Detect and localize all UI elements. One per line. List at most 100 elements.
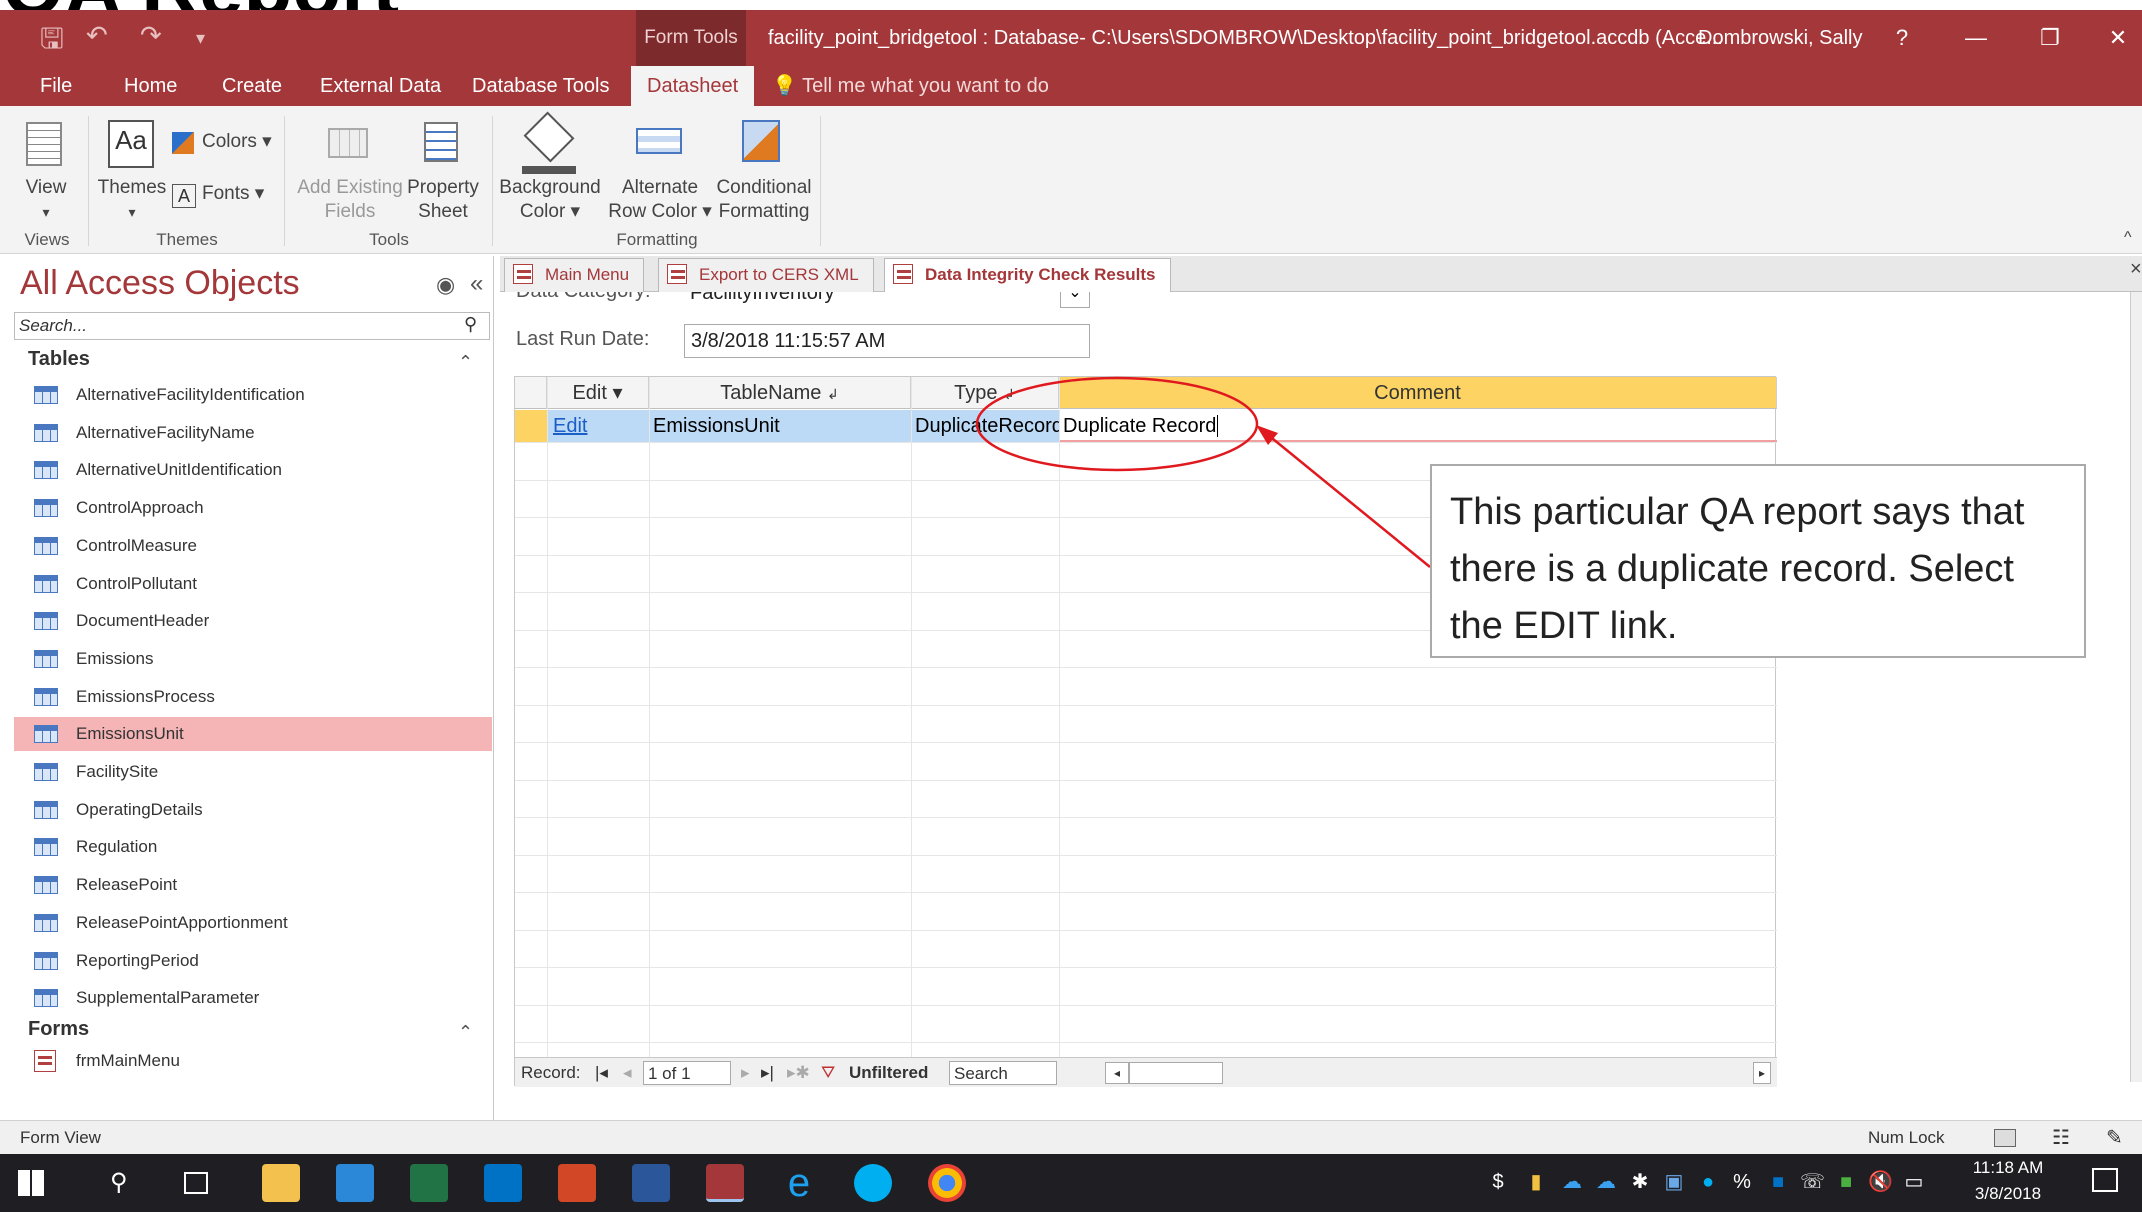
collapse-pane-icon[interactable]: « [470,270,483,298]
nav-item-table[interactable]: ReportingPeriod [14,944,492,978]
nav-item-table[interactable]: ControlApproach [14,491,492,525]
tray-outlook-icon[interactable]: ■ [1766,1168,1790,1196]
onedrive-icon[interactable]: ☁ [1560,1168,1584,1196]
nav-item-table[interactable]: EmissionsProcess [14,680,492,714]
next-record-icon[interactable]: ▸ [741,1058,750,1088]
nav-item-form[interactable]: frmMainMenu [14,1044,492,1078]
tray-shield-icon[interactable]: ▮ [1524,1168,1548,1196]
undo-icon[interactable]: ↶ [86,20,108,51]
help-button[interactable]: ? [1882,10,1922,66]
action-center-icon[interactable] [2092,1168,2118,1192]
excel-icon[interactable] [410,1164,448,1202]
minimize-button[interactable]: — [1956,10,1996,66]
form-view-icon[interactable] [1994,1129,2016,1147]
chrome-icon[interactable] [928,1164,966,1202]
column-header-edit[interactable]: Edit ▾ [547,377,649,409]
collapse-ribbon-icon[interactable]: ^ [2124,226,2132,250]
filter-status[interactable]: Unfiltered [849,1058,928,1088]
nav-item-table[interactable]: AlternativeUnitIdentification [14,453,492,487]
column-header-comment[interactable]: Comment [1059,377,1777,409]
nav-item-table[interactable]: AlternativeFacilityIdentification [14,378,492,412]
nav-item-table[interactable]: FacilitySite [14,755,492,789]
clock-time[interactable]: 11:18 AM [1968,1158,2048,1178]
battery-icon[interactable]: ▭ [1902,1168,1926,1196]
nav-item-table[interactable]: AlternativeFacilityName [14,416,492,450]
nav-search-input[interactable]: Search... [14,312,490,340]
nav-item-table[interactable]: DocumentHeader [14,604,492,638]
user-name[interactable]: Dombrowski, Sally [1698,10,1862,66]
tray-percent-icon[interactable]: % [1730,1168,1754,1196]
horizontal-scroll-thumb[interactable] [1129,1062,1223,1084]
close-button[interactable]: ✕ [2098,10,2138,66]
redo-icon[interactable]: ↷ [140,20,162,51]
nav-item-table[interactable]: SupplementalParameter [14,981,492,1015]
doc-tab-export[interactable]: Export to CERS XML [658,258,874,292]
nav-item-table[interactable]: OperatingDetails [14,793,492,827]
start-icon[interactable] [18,1170,44,1196]
bluetooth-icon[interactable]: ✱ [1628,1168,1652,1196]
close-tab-icon[interactable]: × [2130,258,2142,281]
row-selector[interactable] [515,410,547,442]
record-search-input[interactable]: Search [949,1061,1057,1085]
column-header-tablename[interactable]: TableName ↲ [649,377,911,409]
tray-monitor-icon[interactable]: ▣ [1662,1168,1686,1196]
collapse-tables-icon[interactable]: ⌃ [458,352,473,373]
nav-item-table[interactable]: ReleasePoint [14,868,492,902]
first-record-icon[interactable]: |◂ [595,1058,608,1088]
nav-item-table[interactable]: ControlMeasure [14,529,492,563]
edit-link-cell[interactable]: Edit [547,410,649,442]
scroll-right-icon[interactable]: ▸ [1753,1062,1771,1084]
tab-create[interactable]: Create [222,66,282,106]
tray-skype-icon[interactable]: ● [1696,1168,1720,1196]
save-icon[interactable]: 🖫 [40,18,64,66]
tables-section-header[interactable]: Tables [28,348,90,371]
nav-item-table[interactable]: Regulation [14,830,492,864]
word-icon[interactable] [632,1164,670,1202]
tab-database-tools[interactable]: Database Tools [472,66,610,106]
nav-item-table[interactable]: ControlPollutant [14,567,492,601]
nav-menu-icon[interactable]: ◉ [436,272,455,298]
outlook-icon[interactable] [484,1164,522,1202]
tab-file[interactable]: File [40,66,72,106]
edge-icon[interactable]: e [780,1163,818,1203]
tab-home[interactable]: Home [124,66,177,106]
access-icon[interactable] [706,1164,744,1202]
previous-record-icon[interactable]: ◂ [623,1058,632,1088]
search-icon[interactable]: ⚲ [464,314,477,335]
nav-item-table[interactable]: EmissionsUnit [14,717,492,751]
volume-muted-icon[interactable]: 🔇 [1868,1168,1893,1196]
nav-item-table[interactable]: Emissions [14,642,492,676]
customize-quick-access-icon[interactable]: ▾ [196,28,205,49]
scroll-left-icon[interactable]: ◂ [1105,1062,1129,1084]
chevron-down-icon[interactable]: ⌄ [1060,292,1090,308]
doc-tab-data-integrity[interactable]: Data Integrity Check Results [884,258,1171,292]
skype-icon[interactable] [854,1164,892,1202]
new-record-icon[interactable]: ▸✱ [787,1058,810,1088]
nav-pane-title[interactable]: All Access Objects [20,264,300,303]
last-run-value[interactable]: 3/8/2018 11:15:57 AM [684,324,1090,358]
search-icon[interactable]: ⚲ [110,1168,128,1197]
onedrive-business-icon[interactable]: ☁ [1594,1168,1618,1196]
powerpoint-icon[interactable] [558,1164,596,1202]
tab-datasheet[interactable]: Datasheet [631,66,755,106]
column-header-type[interactable]: Type ↲ [911,377,1059,409]
comment-cell[interactable]: Duplicate Record [1059,410,1777,442]
task-view-icon[interactable] [184,1172,208,1194]
restore-button[interactable]: ❐ [2030,10,2070,66]
nav-item-table[interactable]: ReleasePointApportionment [14,906,492,940]
edit-link[interactable]: Edit [553,415,587,437]
vertical-scrollbar[interactable] [2130,292,2142,1082]
select-all-corner[interactable] [515,377,547,409]
design-view-icon[interactable]: ✎ [2106,1121,2123,1155]
forms-section-header[interactable]: Forms [28,1018,89,1041]
file-explorer-icon[interactable] [262,1164,300,1202]
doc-tab-main-menu[interactable]: Main Menu [504,258,645,292]
collapse-forms-icon[interactable]: ⌃ [458,1022,473,1043]
datasheet-view-icon[interactable]: ☷ [2052,1121,2070,1155]
tray-app-icon[interactable]: ■ [1834,1168,1858,1196]
last-record-icon[interactable]: ▸| [761,1058,774,1088]
data-category-value[interactable]: FacilityInventory [684,292,1104,310]
tell-me-box[interactable]: 💡 Tell me what you want to do [772,66,1049,106]
tablename-cell[interactable]: EmissionsUnit [649,410,911,442]
tab-external-data[interactable]: External Data [320,66,441,106]
